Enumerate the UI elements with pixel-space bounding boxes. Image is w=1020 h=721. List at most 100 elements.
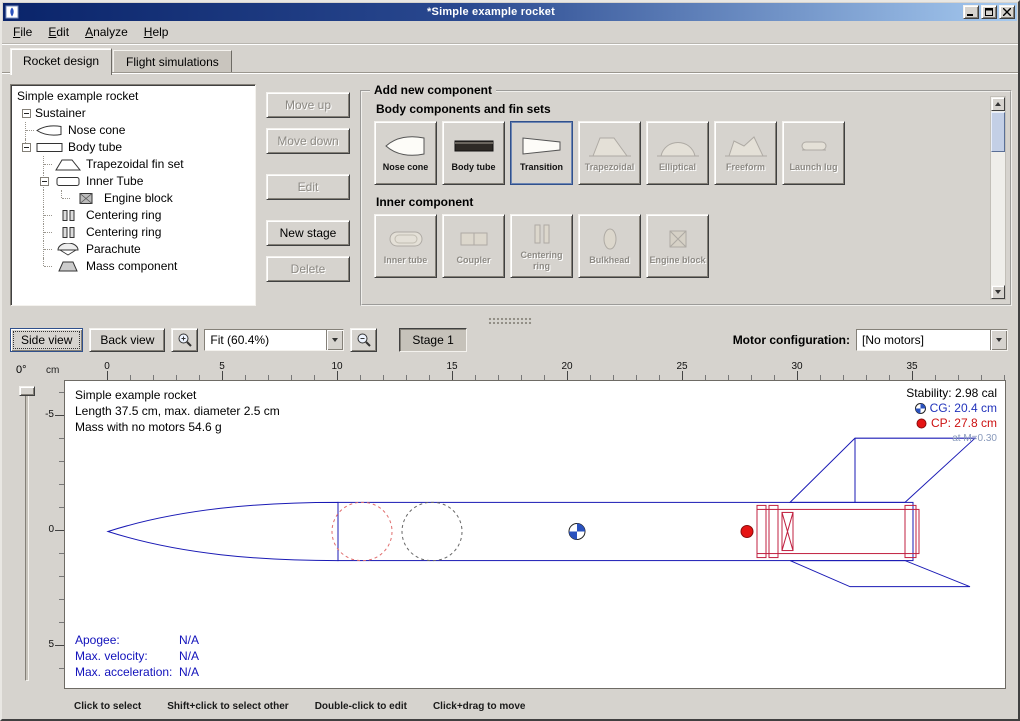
add-component-panel: Add new component Body components and fi… (360, 90, 1012, 306)
splitter-dots-icon (488, 317, 532, 324)
tree-spacer (17, 241, 35, 258)
motor-configuration-combo[interactable]: [No motors] (856, 329, 1008, 351)
tree-item-label: Mass component (86, 258, 177, 275)
centering-ring-icon (520, 221, 564, 247)
back-view-button[interactable]: Back view (89, 328, 165, 352)
tree-connector (53, 190, 71, 207)
cg-marker (569, 523, 585, 539)
menu-edit[interactable]: Edit (40, 21, 77, 43)
tree-spacer (17, 156, 35, 173)
app-icon[interactable] (5, 5, 19, 19)
tree-row-centering-ring-2[interactable]: Centering ring (13, 224, 253, 241)
max-acceleration-value: N/A (179, 664, 199, 680)
tree-item-label: Sustainer (35, 105, 86, 122)
tree-connector (35, 258, 53, 275)
tree-row-centering-ring-1[interactable]: Centering ring (13, 207, 253, 224)
add-centering-ring-button: Centering ring (510, 214, 573, 278)
component-scrollbar[interactable] (990, 96, 1006, 300)
tab-rocket-design[interactable]: Rocket design (10, 48, 112, 75)
design-top-panel: Simple example rocket Sustainer Nose con… (2, 74, 1018, 314)
tree-row-mass-component[interactable]: Mass component (13, 258, 253, 275)
side-view-button[interactable]: Side view (10, 328, 83, 352)
add-transition-button[interactable]: Transition (510, 121, 573, 185)
nose-cone-icon (384, 133, 428, 159)
add-body-tube-button[interactable]: Body tube (442, 121, 505, 185)
add-launch-lug-button: Launch lug (782, 121, 845, 185)
apogee-value: N/A (179, 632, 199, 648)
tab-underline (2, 73, 1018, 74)
centering-ring-icon (54, 226, 82, 239)
zoom-in-button[interactable] (171, 328, 198, 352)
stability-info: Stability: 2.98 cal CG: 20.4 cm CP: 27.8… (906, 386, 997, 446)
tree-connector (35, 241, 53, 258)
stage-1-toggle[interactable]: Stage 1 (399, 328, 466, 352)
cp-value: CP: 27.8 cm (931, 416, 997, 431)
tree-connector (35, 207, 53, 224)
rocket-view-area: 0° cm 0 5 10 15 20 25 30 35 -5 0 5 (8, 360, 1012, 697)
tree-row-fin-set[interactable]: Trapezoidal fin set (13, 156, 253, 173)
tree-connector (35, 156, 53, 173)
rotation-value: 0° (16, 364, 27, 376)
chevron-down-icon (332, 338, 338, 342)
splitter-handle[interactable] (2, 314, 1018, 326)
tree-row-rocket[interactable]: Simple example rocket (13, 88, 253, 105)
scrollbar-thumb[interactable] (991, 112, 1005, 152)
tree-row-engine-block[interactable]: Engine block (13, 190, 253, 207)
ruler-label: 20 (561, 361, 572, 372)
combo-arrow[interactable] (326, 330, 343, 350)
tree-item-label: Body tube (68, 139, 122, 156)
max-acceleration-label: Max. acceleration: (75, 664, 179, 680)
tree-spacer (17, 207, 35, 224)
titlebar[interactable]: *Simple example rocket (3, 3, 1017, 21)
minimize-button[interactable] (963, 5, 979, 19)
elliptical-fin-icon (656, 133, 700, 159)
scroll-down-button[interactable] (991, 285, 1005, 299)
maximize-button[interactable] (981, 5, 997, 19)
add-coupler-button: Coupler (442, 214, 505, 278)
tab-flight-simulations[interactable]: Flight simulations (113, 50, 232, 74)
tree-expander[interactable] (17, 105, 35, 122)
tree-expander[interactable] (35, 173, 53, 190)
combo-arrow[interactable] (990, 330, 1007, 350)
close-button[interactable] (999, 5, 1015, 19)
tabstrip: Rocket design Flight simulations (2, 44, 1018, 74)
hint-click-drag: Click+drag to move (433, 701, 526, 712)
tree-row-nose-cone[interactable]: Nose cone (13, 122, 253, 139)
app-window: *Simple example rocket File Edit Analyze… (0, 0, 1020, 721)
rocket-canvas[interactable]: Simple example rocket Length 37.5 cm, ma… (64, 380, 1006, 689)
stability-value: Stability: 2.98 cal (906, 386, 997, 401)
tree-expander[interactable] (17, 139, 35, 156)
chevron-down-icon (996, 338, 1002, 342)
rotation-slider-track[interactable] (25, 390, 29, 681)
rocket-name: Simple example rocket (75, 387, 280, 403)
new-stage-button[interactable]: New stage (266, 220, 350, 246)
zoom-out-button[interactable] (350, 328, 377, 352)
add-bulkhead-button: Bulkhead (578, 214, 641, 278)
scroll-up-button[interactable] (991, 97, 1005, 111)
ruler-label: 35 (906, 361, 917, 372)
menu-help[interactable]: Help (136, 21, 177, 43)
menu-analyze[interactable]: Analyze (77, 21, 136, 43)
edit-button: Edit (266, 174, 350, 200)
zoom-out-icon (356, 332, 372, 348)
component-tree[interactable]: Simple example rocket Sustainer Nose con… (10, 84, 256, 306)
move-down-button: Move down (266, 128, 350, 154)
tree-item-label: Engine block (104, 190, 173, 207)
body-components-row: Nose cone Body tube Transition Trapezoid… (374, 121, 984, 185)
zoom-combo[interactable]: Fit (60.4%) (204, 329, 344, 351)
ruler-label: 25 (676, 361, 687, 372)
inner-tube-icon (384, 226, 428, 252)
view-toolbar: Side view Back view Fit (60.4%) Stage 1 … (2, 326, 1018, 360)
menu-file[interactable]: File (5, 21, 40, 43)
tree-row-inner-tube[interactable]: Inner Tube (13, 173, 253, 190)
rocket-body[interactable] (108, 502, 913, 560)
rotation-slider-handle[interactable] (19, 386, 35, 396)
tree-row-body-tube[interactable]: Body tube (13, 139, 253, 156)
tree-row-sustainer[interactable]: Sustainer (13, 105, 253, 122)
engine-block-icon (656, 226, 700, 252)
tree-row-parachute[interactable]: Parachute (13, 241, 253, 258)
horizontal-ruler: 0 5 10 15 20 25 30 35 (64, 360, 1006, 380)
add-nose-cone-button[interactable]: Nose cone (374, 121, 437, 185)
ruler-label: 0 (48, 524, 54, 535)
arrow-up-icon (995, 102, 1001, 106)
